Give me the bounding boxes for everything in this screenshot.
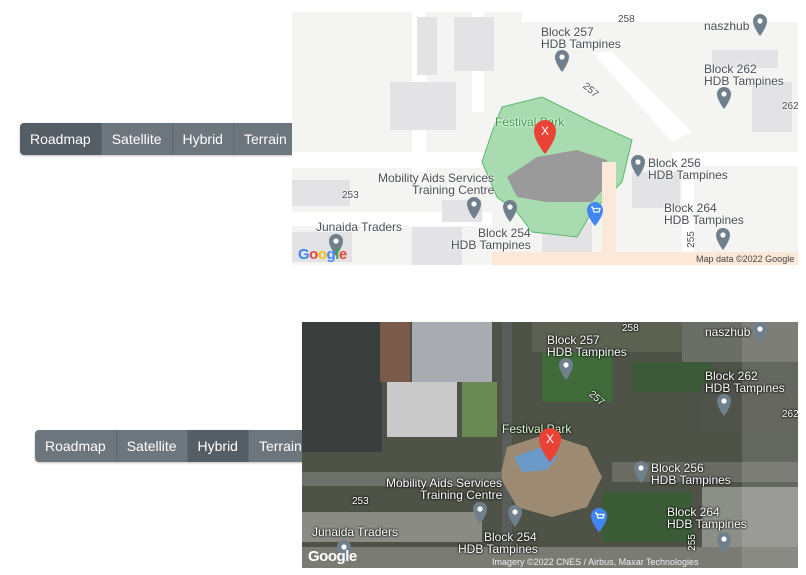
roadmap-button[interactable]: Roadmap	[35, 430, 117, 462]
satellite-button[interactable]: Satellite	[101, 123, 173, 155]
roadmap-button[interactable]: Roadmap	[20, 123, 102, 155]
terrain-button[interactable]: Terrain	[233, 123, 297, 155]
map-pin-icon[interactable]	[633, 461, 649, 483]
label-road-262: 262	[782, 101, 798, 112]
label-mobility-aids-sub: Training Centre	[412, 183, 495, 197]
map-pin-icon[interactable]	[472, 502, 488, 524]
label-road-255: 255	[685, 231, 697, 248]
red-marker-icon[interactable]: X	[533, 120, 557, 154]
map-panel-hybrid: Roadmap Satellite Hybrid Terrain Block 2…	[0, 310, 806, 575]
label-block-256-sub: HDB Tampines	[651, 473, 731, 487]
label-block-254-sub: HDB Tampines	[451, 238, 531, 252]
map-type-toggle: Roadmap Satellite Hybrid Terrain	[20, 123, 297, 155]
map-pin-icon[interactable]	[715, 228, 731, 250]
map-attribution[interactable]: Map data ©2022 Google	[696, 254, 794, 264]
map-view-hybrid[interactable]: Block 257 HDB Tampines 258 naszhub Block…	[302, 322, 798, 568]
label-naszhub: naszhub	[704, 19, 750, 33]
google-logo[interactable]: Google	[298, 246, 347, 263]
map-pin-icon[interactable]	[716, 87, 732, 109]
map-pin-icon[interactable]	[502, 200, 518, 222]
shopping-cart-icon[interactable]	[590, 508, 608, 532]
map-pin-icon[interactable]	[752, 14, 768, 36]
map-pin-icon[interactable]	[752, 322, 768, 344]
map-pin-icon[interactable]	[507, 505, 523, 527]
label-junaida-traders: Junaida Traders	[312, 525, 399, 539]
label-naszhub: naszhub	[705, 325, 751, 339]
red-marker-icon[interactable]: X	[538, 428, 562, 462]
map-pin-icon[interactable]	[554, 50, 570, 72]
hybrid-button[interactable]: Hybrid	[187, 430, 249, 462]
label-mobility-aids-sub: Training Centre	[420, 488, 503, 502]
shopping-cart-icon[interactable]	[586, 202, 604, 226]
label-road-258: 258	[618, 14, 635, 25]
label-block-257-sub: HDB Tampines	[541, 37, 621, 51]
map-pin-icon[interactable]	[716, 532, 732, 554]
map-pin-icon[interactable]	[716, 394, 732, 416]
hybrid-button[interactable]: Hybrid	[172, 123, 234, 155]
google-logo[interactable]: Google	[308, 548, 357, 565]
map-view-roadmap[interactable]: Block 257 HDB Tampines 258 naszhub Block…	[292, 12, 798, 265]
map-pin-icon[interactable]	[558, 358, 574, 380]
map-panel-roadmap: Roadmap Satellite Hybrid Terrain Block 2…	[0, 0, 806, 272]
label-block-264-sub: HDB Tampines	[664, 213, 744, 227]
label-road-258: 258	[622, 323, 639, 334]
marker-label: X	[545, 432, 554, 446]
label-junaida-traders: Junaida Traders	[316, 220, 403, 234]
map-attribution[interactable]: Imagery ©2022 CNES / Airbus, Maxar Techn…	[492, 557, 699, 567]
label-road-255: 255	[686, 534, 698, 551]
label-block-264-sub: HDB Tampines	[667, 517, 747, 531]
map-pin-icon[interactable]	[466, 197, 482, 219]
satellite-button[interactable]: Satellite	[116, 430, 188, 462]
marker-label: X	[540, 124, 549, 138]
label-road-253: 253	[342, 190, 359, 201]
label-road-253: 253	[352, 496, 369, 507]
label-road-262: 262	[782, 409, 798, 420]
label-block-256-sub: HDB Tampines	[648, 168, 728, 182]
label-block-254-sub: HDB Tampines	[458, 542, 538, 556]
map-pin-icon[interactable]	[630, 155, 646, 177]
map-type-toggle: Roadmap Satellite Hybrid Terrain	[35, 430, 312, 462]
